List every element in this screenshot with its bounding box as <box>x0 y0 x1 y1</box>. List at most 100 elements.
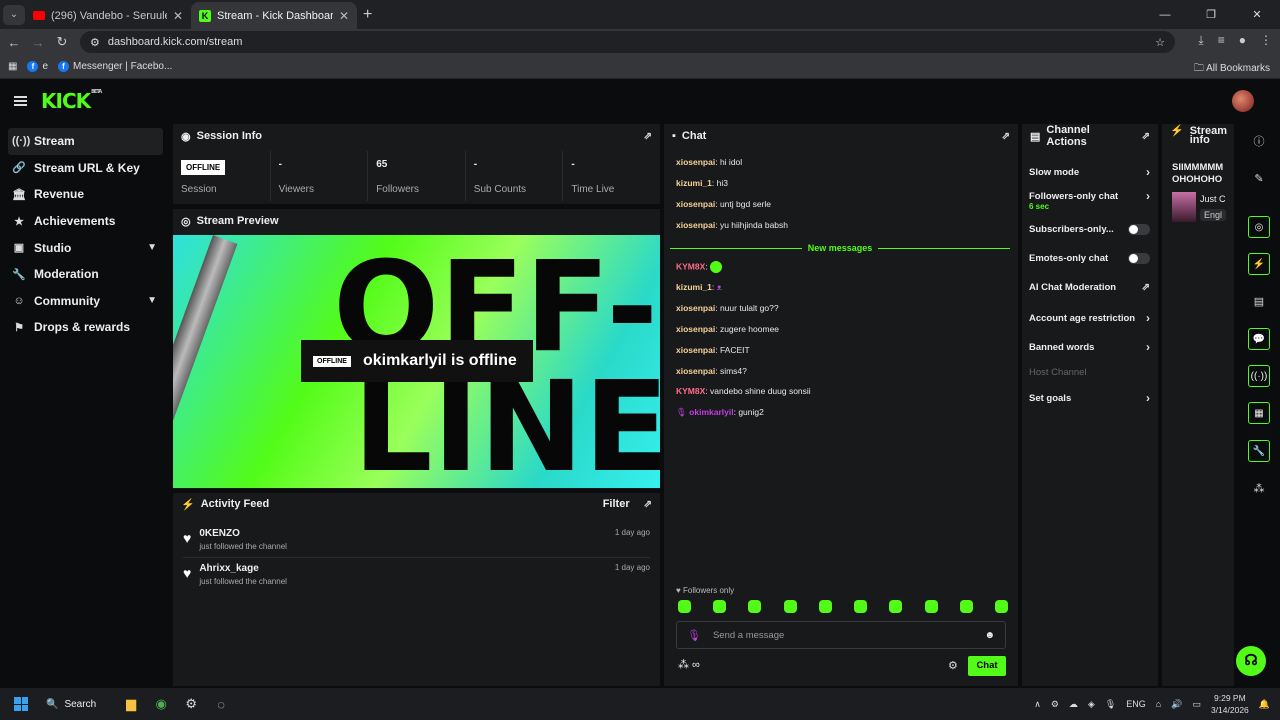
popout-icon[interactable]: ⇗ <box>1002 131 1010 142</box>
emote-icon[interactable] <box>924 600 938 613</box>
emote-icon[interactable] <box>713 600 727 613</box>
bookmark-star-icon[interactable]: ☆ <box>1155 36 1165 49</box>
chat-username[interactable]: kizumi_1 <box>676 178 712 188</box>
wrench-icon[interactable]: 🔧 <box>1248 440 1270 462</box>
chat-username[interactable]: xiosenpai <box>676 345 715 355</box>
chat-username[interactable]: KYM8X <box>676 386 705 396</box>
popout-icon[interactable]: ⇗ <box>644 131 652 142</box>
emote-icon[interactable] <box>959 600 973 613</box>
clip-icon[interactable]: ◎ <box>1248 216 1270 238</box>
clock[interactable]: 9:29 PM 3/14/2026 <box>1211 692 1249 716</box>
file-explorer-icon[interactable]: ▆ <box>116 696 146 712</box>
sidebar-item-stream[interactable]: ((·)) Stream <box>8 128 163 155</box>
chat-message-input[interactable]: 🎙 Send a message ☻ <box>676 621 1006 649</box>
close-tab-icon[interactable]: ✕ <box>173 9 183 23</box>
emoji-picker-icon[interactable]: ☻ <box>984 630 995 641</box>
emote-icon[interactable] <box>678 600 691 613</box>
filter-button[interactable]: Filter <box>603 498 630 510</box>
battery-icon[interactable]: ▭ <box>1192 699 1201 710</box>
new-tab-icon[interactable]: + <box>363 6 372 24</box>
kick-points-icon[interactable]: ⁂ <box>1248 477 1270 499</box>
apps-grid-icon[interactable]: ▦ <box>8 61 17 72</box>
layout-icon[interactable]: ▦ <box>1248 402 1270 424</box>
profile-icon[interactable]: ● <box>1239 33 1246 48</box>
chat-username[interactable]: kizumi_1 <box>676 282 712 292</box>
microphone-icon[interactable]: 🎙 <box>1105 699 1116 710</box>
minimize-icon[interactable]: — <box>1142 9 1188 21</box>
site-info-icon[interactable]: ⚙ <box>90 36 100 49</box>
all-bookmarks[interactable]: 🗀 All Bookmarks <box>1194 61 1270 78</box>
steam-tray-icon[interactable]: ⚙ <box>1051 699 1059 710</box>
activity-user[interactable]: 0KENZO <box>199 528 287 539</box>
browser-tab-kick[interactable]: K Stream - Kick Dashboard ✕ <box>191 1 357 30</box>
chevron-up-icon[interactable]: ∧ <box>1034 699 1041 710</box>
emotes-only-toggle[interactable] <box>1128 253 1150 264</box>
chat-username[interactable]: okimkarlyil <box>689 407 733 417</box>
chat-username[interactable]: xiosenpai <box>676 324 715 334</box>
subscribers-only-toggle[interactable] <box>1128 224 1150 235</box>
new-messages-divider[interactable]: New messages <box>670 243 1011 253</box>
emote-icon[interactable] <box>994 600 1008 613</box>
ai-chat-moderation-row[interactable]: AI Chat Moderation ⇗ <box>1029 282 1150 293</box>
chrome-icon[interactable]: ◉ <box>146 696 176 712</box>
followers-only-chat-row[interactable]: Followers-only chat › <box>1029 189 1150 203</box>
info-icon[interactable]: ⓘ <box>1248 130 1270 152</box>
close-tab-icon[interactable]: ✕ <box>339 9 349 23</box>
activity-user[interactable]: Ahrixx_kage <box>199 563 287 574</box>
close-window-icon[interactable]: ✕ <box>1234 8 1280 21</box>
emote-icon[interactable] <box>818 600 832 613</box>
reload-icon[interactable]: ↻ <box>50 34 74 50</box>
sidebar-item-revenue[interactable]: 🏛 Revenue <box>8 181 163 208</box>
broadcast-icon[interactable]: ((·)) <box>1248 365 1270 387</box>
restore-icon[interactable]: ❐ <box>1188 8 1234 21</box>
url-field[interactable]: ⚙ dashboard.kick.com/stream ☆ <box>80 31 1175 53</box>
account-age-row[interactable]: Account age restriction › <box>1029 311 1150 325</box>
help-support-button[interactable]: ☊ <box>1236 646 1266 676</box>
chat-username[interactable]: xiosenpai <box>676 366 715 376</box>
reading-list-icon[interactable]: ≡ <box>1218 33 1225 48</box>
chat-bubble-icon[interactable]: 💬 <box>1248 328 1270 350</box>
language-indicator[interactable]: ENG <box>1126 699 1146 709</box>
sidebar-item-stream-url-key[interactable]: 🔗 Stream URL & Key <box>8 155 163 182</box>
sidebar-item-drops-rewards[interactable]: ⚑ Drops & rewards <box>8 314 163 341</box>
menu-icon[interactable] <box>14 96 27 106</box>
sidebar-item-achievements[interactable]: ★ Achievements <box>8 208 163 235</box>
chat-username[interactable]: xiosenpai <box>676 199 715 209</box>
emote-icon[interactable] <box>783 600 797 613</box>
network-icon[interactable]: ⌂ <box>1156 699 1161 709</box>
bookmark-messenger[interactable]: f Messenger | Facebo... <box>58 61 172 72</box>
chat-username[interactable]: KYM8X <box>676 261 705 271</box>
chat-username[interactable]: xiosenpai <box>676 303 715 313</box>
download-icon[interactable]: ⤓ <box>1198 33 1203 48</box>
kick-logo[interactable]: KICKBETA <box>41 89 102 113</box>
forward-icon[interactable]: → <box>26 35 50 50</box>
avatar[interactable] <box>1232 90 1254 112</box>
browser-menu-icon[interactable]: ⋮ <box>1260 33 1272 48</box>
lightning-icon[interactable]: ⚡ <box>1248 253 1270 275</box>
steam-icon[interactable]: ⚙ <box>176 696 206 712</box>
popout-icon[interactable]: ⇗ <box>1142 131 1150 142</box>
sidebar-item-community[interactable]: ☺ Community ▼ <box>8 288 163 315</box>
kick-points-icon[interactable]: ⁂ ∞ <box>678 658 700 671</box>
pencil-icon[interactable]: ✎ <box>1248 167 1270 189</box>
back-icon[interactable]: ← <box>2 35 26 50</box>
chat-username[interactable]: xiosenpai <box>676 157 715 167</box>
emote-icon[interactable] <box>748 600 762 613</box>
emote-icon[interactable] <box>889 600 903 613</box>
banned-words-row[interactable]: Banned words › <box>1029 340 1150 354</box>
chat-settings-icon[interactable]: ⚙ <box>948 659 958 672</box>
slow-mode-row[interactable]: Slow mode › <box>1029 165 1150 179</box>
browser-tab-youtube[interactable]: (296) Vandebo - Seruuleg (Offic ✕ <box>25 2 191 30</box>
emote-icon[interactable] <box>854 600 868 613</box>
popout-icon[interactable]: ⇗ <box>644 499 652 510</box>
tab-search-icon[interactable]: ⌄ <box>3 4 25 25</box>
taskbar-search[interactable]: 🔍 Search <box>46 699 96 710</box>
send-chat-button[interactable]: Chat <box>968 656 1006 676</box>
bookmark-facebook[interactable]: fe <box>27 61 48 72</box>
cloud-icon[interactable]: ☁ <box>1069 699 1078 710</box>
notifications-icon[interactable]: 🔔 <box>1259 699 1270 710</box>
sidebar-item-studio[interactable]: ▣ Studio ▼ <box>8 234 163 261</box>
set-goals-row[interactable]: Set goals › <box>1029 391 1150 405</box>
security-icon[interactable]: ◈ <box>1088 699 1095 710</box>
app-icon[interactable]: ◌ <box>206 697 236 712</box>
